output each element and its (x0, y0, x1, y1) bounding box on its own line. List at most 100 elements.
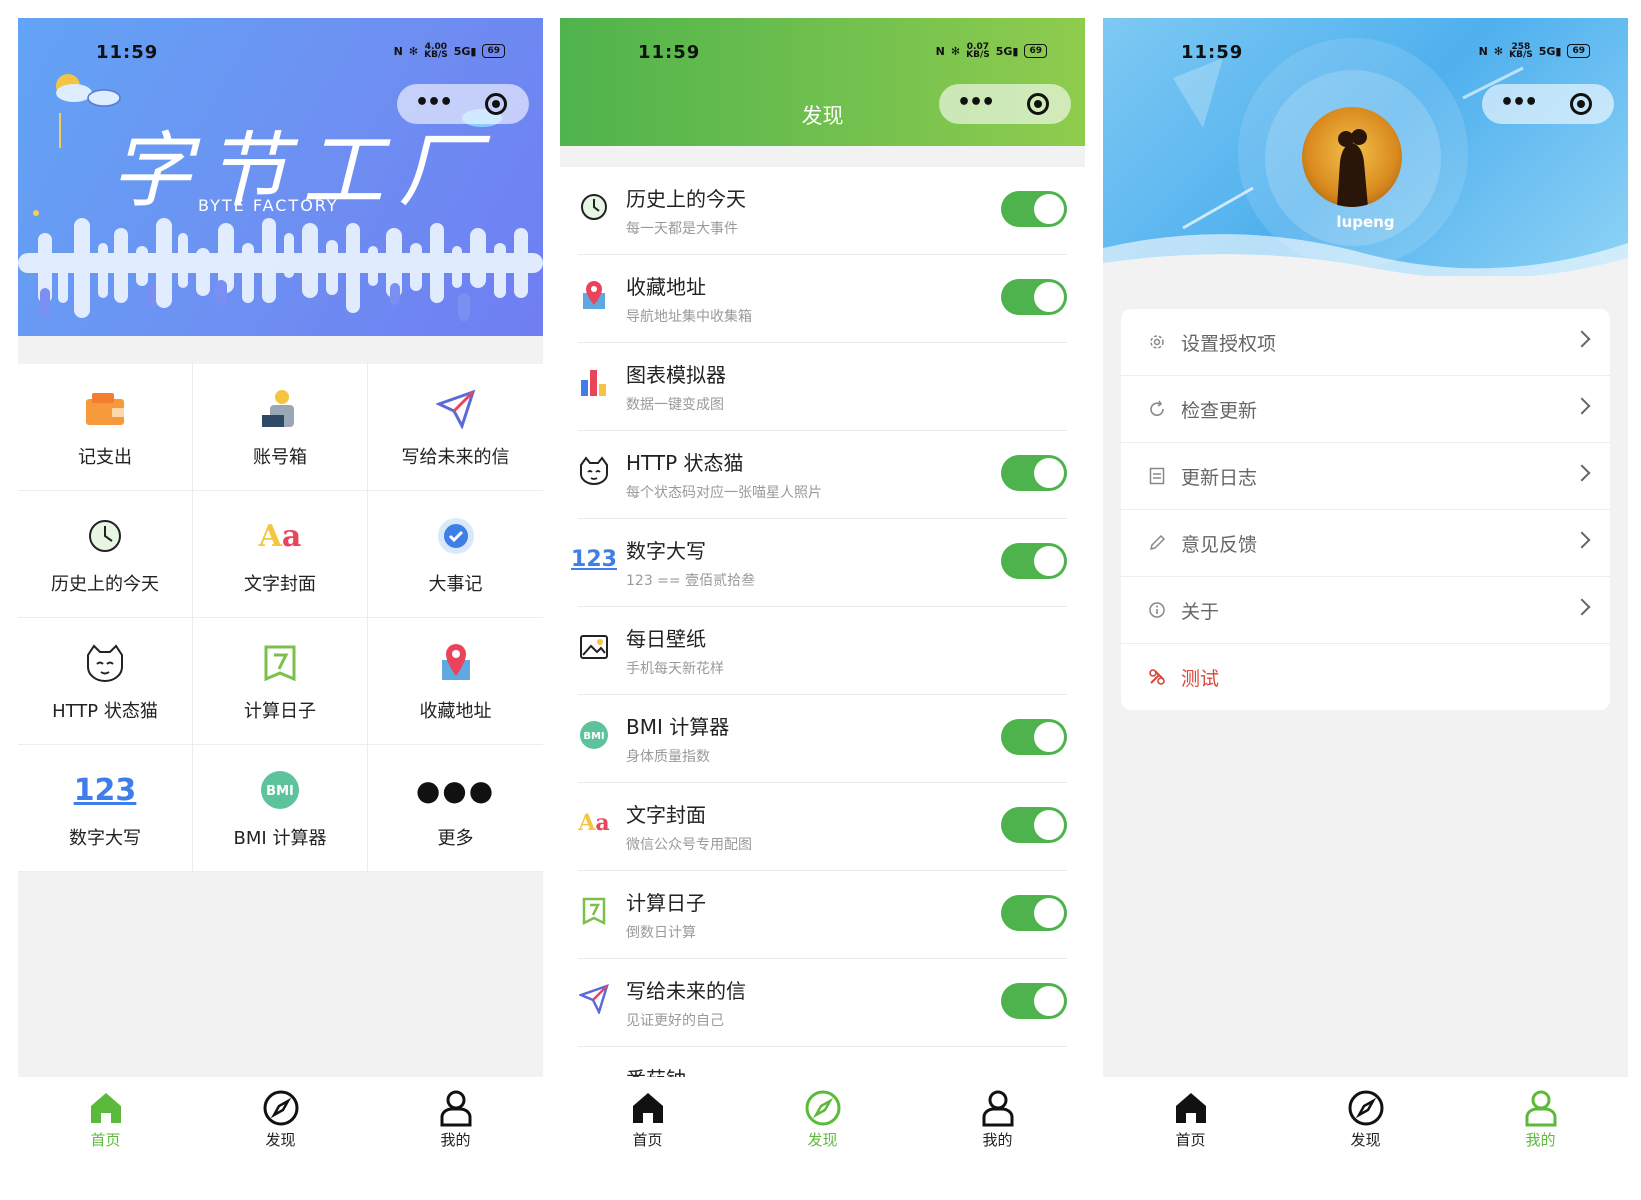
close-miniprogram-icon[interactable] (485, 93, 507, 115)
grid-item-count-days[interactable]: 计算日子 (193, 618, 368, 745)
list-item[interactable]: Aa 文字封面 微信公众号专用配图 (578, 783, 1067, 871)
tab-home[interactable]: 首页 (560, 1077, 735, 1182)
info-icon (1147, 600, 1167, 620)
miniprogram-capsule: ••• (939, 84, 1071, 124)
map-pin-icon (432, 639, 480, 687)
item-subtitle: 123 == 壹佰贰拾叁 (626, 573, 756, 589)
calendar-7-icon (578, 895, 610, 927)
grid-item-http-cat[interactable]: HTTP 状态猫 (18, 618, 193, 745)
grid-item-text-cover[interactable]: Aa 文字封面 (193, 491, 368, 618)
list-item[interactable]: 番茄钟 (578, 1047, 1067, 1077)
feature-toggle[interactable] (1001, 455, 1067, 491)
item-title: 收藏地址 (626, 275, 706, 299)
net-speed: 4.00 KB/S (424, 42, 448, 60)
item-title: 图表模拟器 (626, 363, 726, 387)
status-bar: 11:59 N ✻ 258 KB/S 5G▮ 69 (1103, 18, 1628, 78)
tab-mine[interactable]: 我的 (910, 1077, 1085, 1182)
grid-label: 更多 (437, 828, 474, 849)
menu-label: 关于 (1181, 600, 1220, 623)
list-item[interactable]: 写给未来的信 见证更好的自己 (578, 959, 1067, 1047)
feature-toggle[interactable] (1001, 895, 1067, 931)
more-menu-icon[interactable]: ••• (957, 92, 995, 114)
image-icon (578, 631, 610, 663)
menu-item-feedback[interactable]: 意见反馈 (1121, 510, 1610, 577)
feature-toggle[interactable] (1001, 279, 1067, 315)
menu-label: 检查更新 (1181, 399, 1258, 422)
profile-screen: lupeng 11:59 N ✻ 258 KB/S 5G▮ 69 ••• 设置授权… (1103, 18, 1628, 1182)
grid-item-future-letter[interactable]: 写给未来的信 (368, 364, 543, 491)
cat-icon (578, 455, 610, 487)
close-miniprogram-icon[interactable] (1570, 93, 1592, 115)
tab-discover[interactable]: 发现 (735, 1077, 910, 1182)
menu-item-test[interactable]: 测试 (1121, 644, 1610, 710)
status-bar: 11:59 N ✻ 0.07 KB/S 5G▮ 69 (560, 18, 1085, 78)
item-subtitle: 倒数日计算 (626, 925, 696, 941)
grid-label: BMI 计算器 (233, 828, 327, 849)
discover-screen: 11:59 N ✻ 0.07 KB/S 5G▮ 69 发现 ••• 历史上的今天 … (560, 18, 1085, 1182)
item-title: BMI 计算器 (626, 715, 730, 739)
grid-item-expense[interactable]: 记支出 (18, 364, 193, 491)
list-item[interactable]: 收藏地址 导航地址集中收集箱 (578, 255, 1067, 343)
menu-label: 意见反馈 (1181, 533, 1258, 556)
grid-item-timeline[interactable]: 大事记 (368, 491, 543, 618)
log-icon (1147, 466, 1167, 486)
battery-icon: 69 (1024, 44, 1047, 58)
menu-label: 测试 (1181, 667, 1220, 690)
tab-mine[interactable]: 我的 (368, 1077, 543, 1182)
miniprogram-capsule: ••• (1482, 84, 1614, 124)
person-icon (1525, 1090, 1556, 1127)
tab-discover[interactable]: 发现 (193, 1077, 368, 1182)
feature-toggle[interactable] (1001, 719, 1067, 755)
list-item[interactable]: 图表模拟器 数据一键变成图 (578, 343, 1067, 431)
menu-item-changelog[interactable]: 更新日志 (1121, 443, 1610, 510)
bmi-icon: BMI (256, 766, 304, 814)
grid-label: 记支出 (78, 447, 132, 468)
clock-icon (578, 191, 610, 223)
feature-grid: 记支出 账号箱 写给未来的信 历史上的今天 Aa 文字封面 大事记 HTTP 状… (18, 364, 543, 872)
item-subtitle: 见证更好的自己 (626, 1013, 724, 1029)
menu-item-check-update[interactable]: 检查更新 (1121, 376, 1610, 443)
feature-toggle[interactable] (1001, 807, 1067, 843)
tab-home[interactable]: 首页 (18, 1077, 193, 1182)
grid-item-number-uppercase[interactable]: 123 数字大写 (18, 745, 193, 872)
menu-item-about[interactable]: 关于 (1121, 577, 1610, 644)
item-subtitle: 微信公众号专用配图 (626, 837, 752, 853)
list-item[interactable]: 每日壁纸 手机每天新花样 (578, 607, 1067, 695)
item-subtitle: 每一天都是大事件 (626, 221, 738, 237)
nfc-icon: N (393, 44, 403, 58)
tab-mine[interactable]: 我的 (1453, 1077, 1628, 1182)
chevron-right-icon (1573, 598, 1591, 616)
feature-toggle[interactable] (1001, 543, 1067, 579)
svg-text:BMI: BMI (266, 784, 294, 799)
tab-discover[interactable]: 发现 (1278, 1077, 1453, 1182)
bluetooth-icon: ✻ (1493, 44, 1504, 58)
feature-toggle[interactable] (1001, 983, 1067, 1019)
more-menu-icon[interactable]: ••• (415, 92, 453, 114)
grid-item-history-today[interactable]: 历史上的今天 (18, 491, 193, 618)
item-title: 数字大写 (626, 539, 706, 563)
grid-label: HTTP 状态猫 (52, 701, 158, 722)
avatar-silhouette-icon (1337, 129, 1368, 207)
signal-icon: 5G▮ (453, 44, 477, 58)
grid-item-more[interactable]: ●●● 更多 (368, 745, 543, 872)
close-miniprogram-icon[interactable] (1027, 93, 1049, 115)
bluetooth-icon: ✻ (408, 44, 419, 58)
person-icon (440, 1090, 471, 1127)
grid-item-bmi[interactable]: BMI BMI 计算器 (193, 745, 368, 872)
list-item[interactable]: 计算日子 倒数日计算 (578, 871, 1067, 959)
feature-toggle[interactable] (1001, 191, 1067, 227)
list-item[interactable]: HTTP 状态猫 每个状态码对应一张喵星人照片 (578, 431, 1067, 519)
list-item[interactable]: BMI BMI 计算器 身体质量指数 (578, 695, 1067, 783)
more-menu-icon[interactable]: ••• (1500, 92, 1538, 114)
list-item[interactable]: 历史上的今天 每一天都是大事件 (578, 167, 1067, 255)
account-icon (256, 385, 304, 433)
home-icon (90, 1093, 121, 1123)
net-speed: 0.07 KB/S (966, 42, 990, 60)
grid-item-accounts[interactable]: 账号箱 (193, 364, 368, 491)
avatar[interactable] (1302, 107, 1402, 207)
menu-item-permissions[interactable]: 设置授权项 (1121, 309, 1610, 376)
list-item[interactable]: 123 数字大写 123 == 壹佰贰拾叁 (571, 519, 1067, 607)
grid-item-saved-address[interactable]: 收藏地址 (368, 618, 543, 745)
tab-home[interactable]: 首页 (1103, 1077, 1278, 1182)
menu-label: 更新日志 (1181, 466, 1258, 489)
